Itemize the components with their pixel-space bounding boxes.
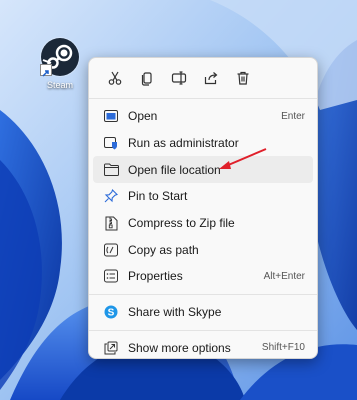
menu-item-label: Show more options	[128, 340, 231, 355]
context-menu: Open Enter Run as administrator Open fil…	[88, 57, 318, 359]
more-options-icon	[103, 340, 119, 356]
menu-item-run-as-administrator[interactable]: Run as administrator	[93, 130, 313, 157]
properties-icon	[103, 268, 119, 284]
skype-icon: S	[103, 304, 119, 320]
menu-item-label: Properties	[128, 269, 183, 284]
menu-item-label: Compress to Zip file	[128, 216, 235, 231]
shortcut-arrow-icon	[40, 64, 52, 77]
open-app-icon	[103, 108, 119, 124]
menu-item-label: Open file location	[128, 162, 221, 177]
svg-text:S: S	[108, 308, 115, 319]
menu-item-label: Share with Skype	[128, 305, 222, 320]
copy-path-icon	[103, 242, 119, 258]
menu-item-pin-to-start[interactable]: Pin to Start	[93, 183, 313, 210]
steam-icon-label: Steam	[46, 80, 73, 90]
menu-item-open[interactable]: Open Enter	[93, 103, 313, 130]
menu-item-shortcut: Shift+F10	[261, 342, 305, 354]
menu-item-label: Pin to Start	[128, 189, 188, 204]
menu-item-share-with-skype[interactable]: S Share with Skype	[93, 299, 313, 326]
delete-icon[interactable]	[227, 63, 259, 93]
menu-item-label: Open	[128, 109, 158, 124]
menu-item-label: Run as administrator	[128, 136, 239, 151]
admin-shield-icon	[103, 135, 119, 151]
menu-item-shortcut: Alt+Enter	[263, 270, 305, 282]
cut-icon[interactable]	[99, 63, 131, 93]
menu-item-open-file-location[interactable]: Open file location	[93, 156, 313, 184]
steam-desktop-shortcut[interactable]: Steam	[40, 38, 80, 90]
menu-item-shortcut: Enter	[281, 110, 305, 122]
rename-icon[interactable]	[163, 63, 195, 93]
menu-item-copy-as-path[interactable]: Copy as path	[93, 236, 313, 263]
menu-item-show-more-options[interactable]: Show more options Shift+F10	[93, 335, 313, 362]
context-menu-toolbar	[89, 58, 317, 98]
copy-icon[interactable]	[131, 63, 163, 93]
menu-item-label: Copy as path	[128, 242, 199, 257]
zip-icon	[103, 215, 119, 231]
share-icon[interactable]	[195, 63, 227, 93]
pin-icon	[103, 188, 119, 204]
menu-item-compress-to-zip[interactable]: Compress to Zip file	[93, 210, 313, 237]
folder-icon	[103, 162, 119, 178]
menu-item-properties[interactable]: Properties Alt+Enter	[93, 263, 313, 290]
